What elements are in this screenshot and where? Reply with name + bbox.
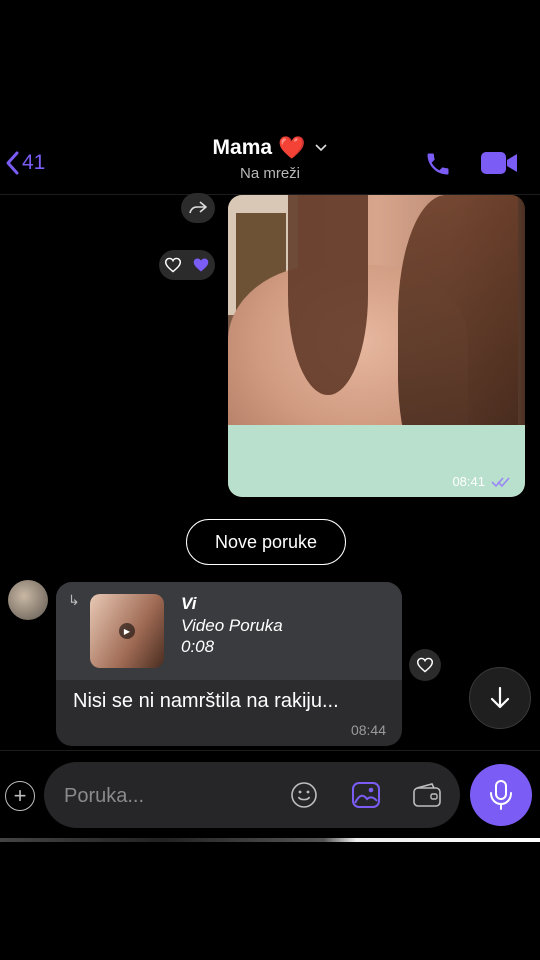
forward-button[interactable] [181,193,215,223]
voice-record-button[interactable] [470,764,532,826]
double-check-icon [491,476,510,487]
like-button[interactable] [409,649,441,681]
play-icon: ▶ [119,623,135,639]
contact-name: Mama [212,136,273,159]
video-call-icon[interactable] [480,150,518,176]
photo-timestamp: 08:41 [452,474,511,489]
gallery-icon[interactable] [351,781,381,809]
arrow-down-icon [490,686,510,709]
quoted-reply[interactable]: ↳ ▶ Vi Video Poruka 0:08 [56,582,402,680]
heart-filled-icon[interactable] [192,257,210,273]
photo-time: 08:41 [452,474,485,489]
chevron-down-icon [315,144,328,152]
chat-header[interactable]: Mama ❤️ Na mreži [0,135,540,182]
received-message-bubble[interactable]: ↳ ▶ Vi Video Poruka 0:08 Nisi se ni namr… [56,582,402,746]
message-text: Nisi se ni namrštila na rakiju... [73,690,339,712]
photo-hair-left [288,195,368,395]
contact-status: Na mreži [239,165,300,182]
new-messages-label: Nove poruke [214,531,318,552]
quote-author: Vi [181,594,197,613]
quote-type: Video Poruka [181,616,283,635]
bottom-edge-strip [0,838,540,842]
microphone-icon [490,780,512,810]
wallet-icon[interactable] [412,781,442,809]
message-time: 08:44 [350,722,386,738]
sent-photo-message[interactable]: 08:41 [228,195,525,497]
heart-outline-icon[interactable] [164,257,182,273]
quote-duration: 0:08 [181,637,215,656]
scroll-to-bottom-button[interactable] [469,667,531,729]
message-composer[interactable] [44,762,460,828]
reactions-pill[interactable] [159,250,215,280]
heart-outline-icon [416,657,434,673]
video-thumbnail[interactable]: ▶ [90,594,164,668]
message-input[interactable] [62,780,276,812]
new-messages-separator: Nove poruke [186,519,346,565]
contact-title[interactable]: Mama ❤️ [213,135,328,161]
phone-call-icon[interactable] [424,150,452,178]
avatar[interactable] [8,580,48,620]
composer-divider [0,750,540,751]
plus-icon: + [13,783,27,808]
emoji-icon[interactable] [290,781,318,809]
reply-arrow-icon: ↳ [68,592,80,608]
heart-emoji: ❤️ [278,135,306,160]
plus-button[interactable]: + [5,781,35,811]
share-arrow-icon [189,201,207,214]
